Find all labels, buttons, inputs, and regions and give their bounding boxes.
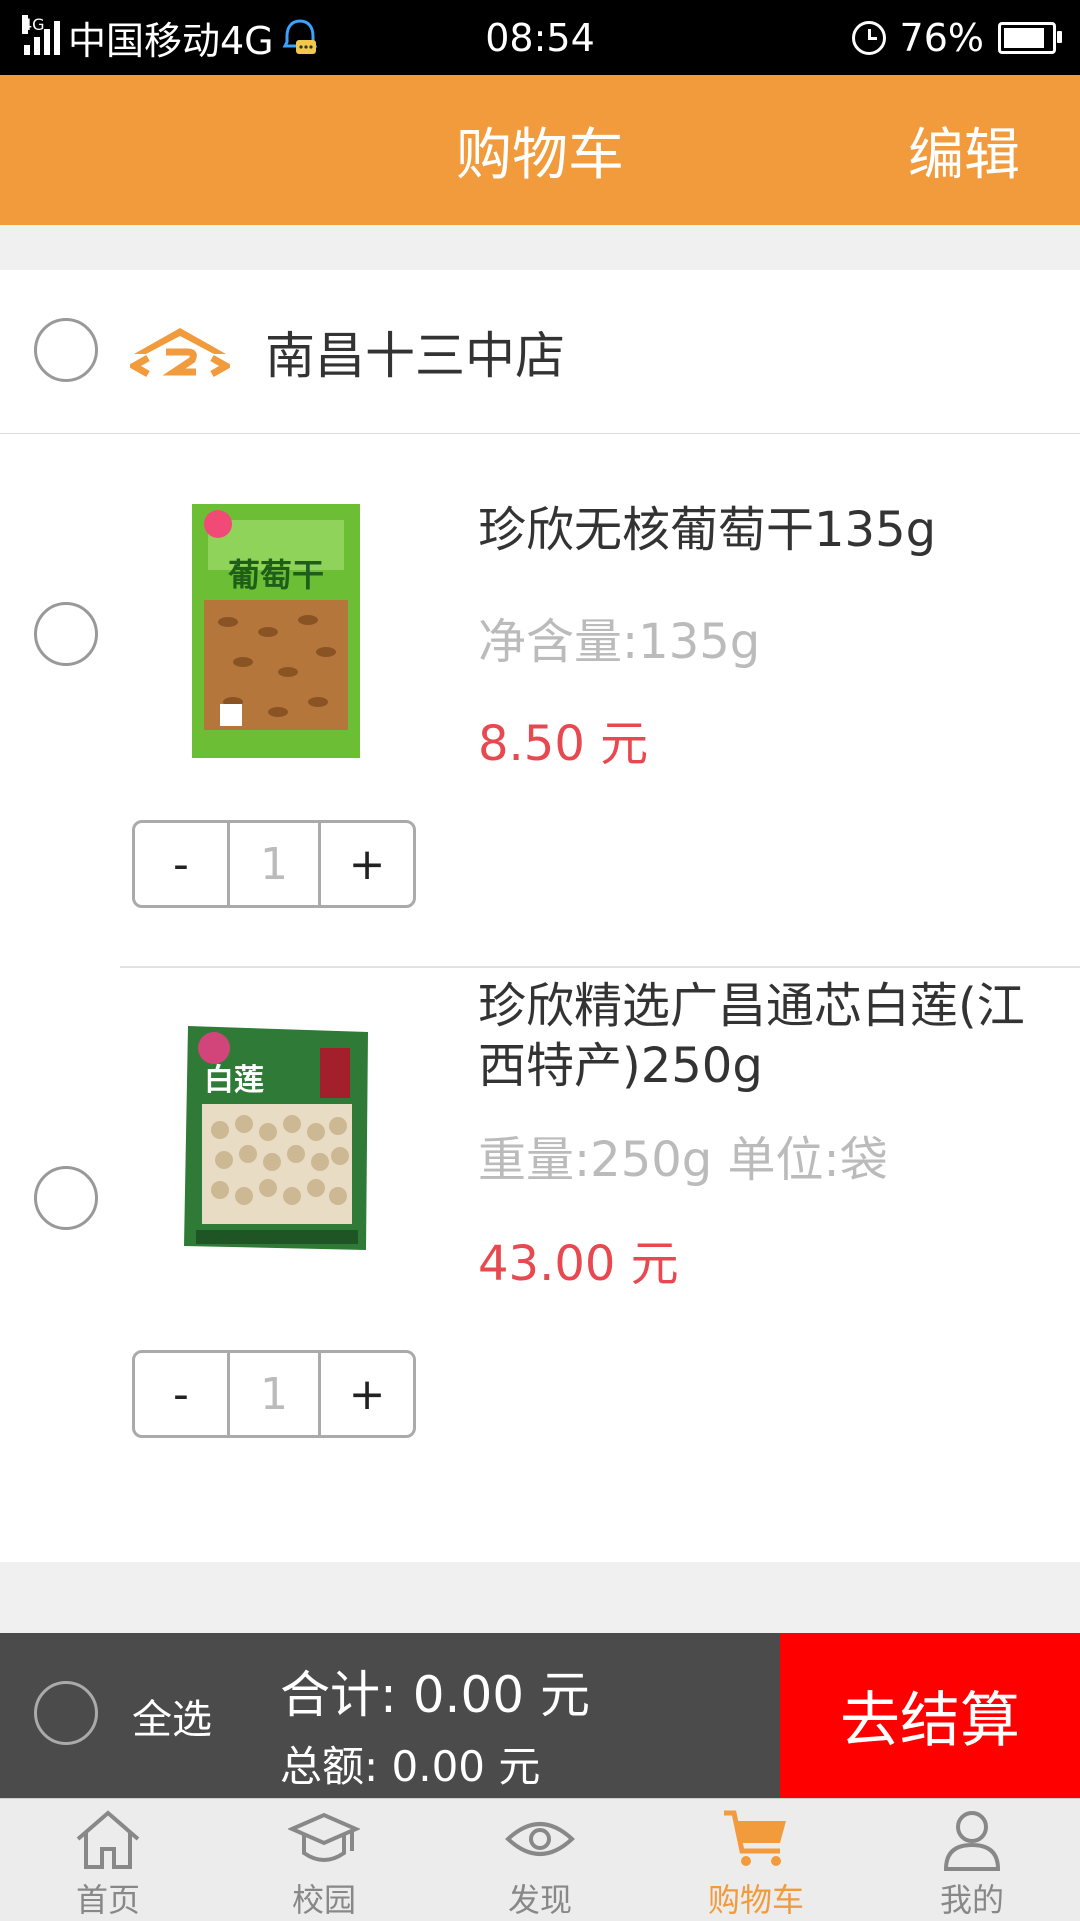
battery-percent: 76% [899,15,984,60]
subtotal-text: 合计: 0.00 元 [280,1666,590,1724]
product-spec: 净含量:135g [478,614,761,670]
product-name[interactable]: 珍欣精选广昌通芯白莲(江西特产)250g [478,976,1038,1096]
status-bar: 4G 中国移动4G 08:54 76% [0,0,1080,75]
header-bar: 购物车 编辑 [0,75,1080,225]
product-image-label: 白莲 [204,1063,264,1098]
checkout-bar: 全选 合计: 0.00 元 总额: 0.00 元 去结算 [0,1633,1080,1798]
store-icon [130,328,230,378]
tab-label: 我的 [939,1881,1004,1919]
tab-campus[interactable]: 校园 [216,1799,432,1921]
item-select-radio[interactable] [34,1166,98,1230]
product-spec: 重量:250g 单位:袋 [478,1132,888,1188]
product-price: 43.00 元 [478,1236,679,1292]
cart-item: 白莲 珍欣精选广昌通芯白莲(江西特产)250g 重量:250g 单位:袋 43.… [0,968,1080,1558]
eye-icon [505,1822,575,1856]
user-icon [943,1811,1001,1871]
increase-button[interactable]: + [321,1353,413,1435]
product-image: 葡萄干 [192,504,360,758]
quantity-stepper: - 1 + [132,1350,416,1438]
alarm-icon [851,20,886,55]
tab-home[interactable]: 首页 [0,1799,216,1921]
store-name: 南昌十三中店 [265,326,565,385]
increase-button[interactable]: + [321,823,413,905]
select-all-radio[interactable] [34,1681,98,1745]
store-select-radio[interactable] [34,318,98,382]
total-text: 总额: 0.00 元 [280,1742,541,1791]
decrease-button[interactable]: - [135,823,227,905]
cart-items: 葡萄干 珍欣无核葡萄干135g 净含量:135g 8.50 元 - 1 + 白莲 [0,434,1080,1562]
cart-icon [724,1810,786,1866]
quantity-value[interactable]: 1 [227,823,321,905]
status-right: 76% [851,0,1062,75]
checkout-button[interactable]: 去结算 [780,1633,1080,1798]
decrease-button[interactable]: - [135,1353,227,1435]
product-image-label: 葡萄干 [228,556,324,594]
tab-label: 购物车 [707,1881,804,1919]
tab-label: 首页 [75,1881,140,1919]
bottom-tab-bar: 首页 校园 发现 购物车 我的 [0,1798,1080,1921]
store-row: 南昌十三中店 [0,270,1080,434]
tab-cart[interactable]: 购物车 [648,1799,864,1921]
product-name[interactable]: 珍欣无核葡萄干135g [478,500,1038,560]
tab-label: 发现 [507,1881,572,1919]
item-select-radio[interactable] [34,602,98,666]
tab-discover[interactable]: 发现 [432,1799,648,1921]
home-icon [76,1810,140,1869]
edit-button[interactable]: 编辑 [908,75,1020,225]
select-all-label[interactable]: 全选 [132,1633,212,1798]
battery-icon [998,21,1062,54]
tab-profile[interactable]: 我的 [864,1799,1080,1921]
product-image: 白莲 [184,1026,368,1250]
tab-label: 校园 [291,1881,356,1919]
quantity-stepper: - 1 + [132,820,416,908]
campus-icon [288,1812,360,1862]
quantity-value[interactable]: 1 [227,1353,321,1435]
product-price: 8.50 元 [478,716,649,772]
